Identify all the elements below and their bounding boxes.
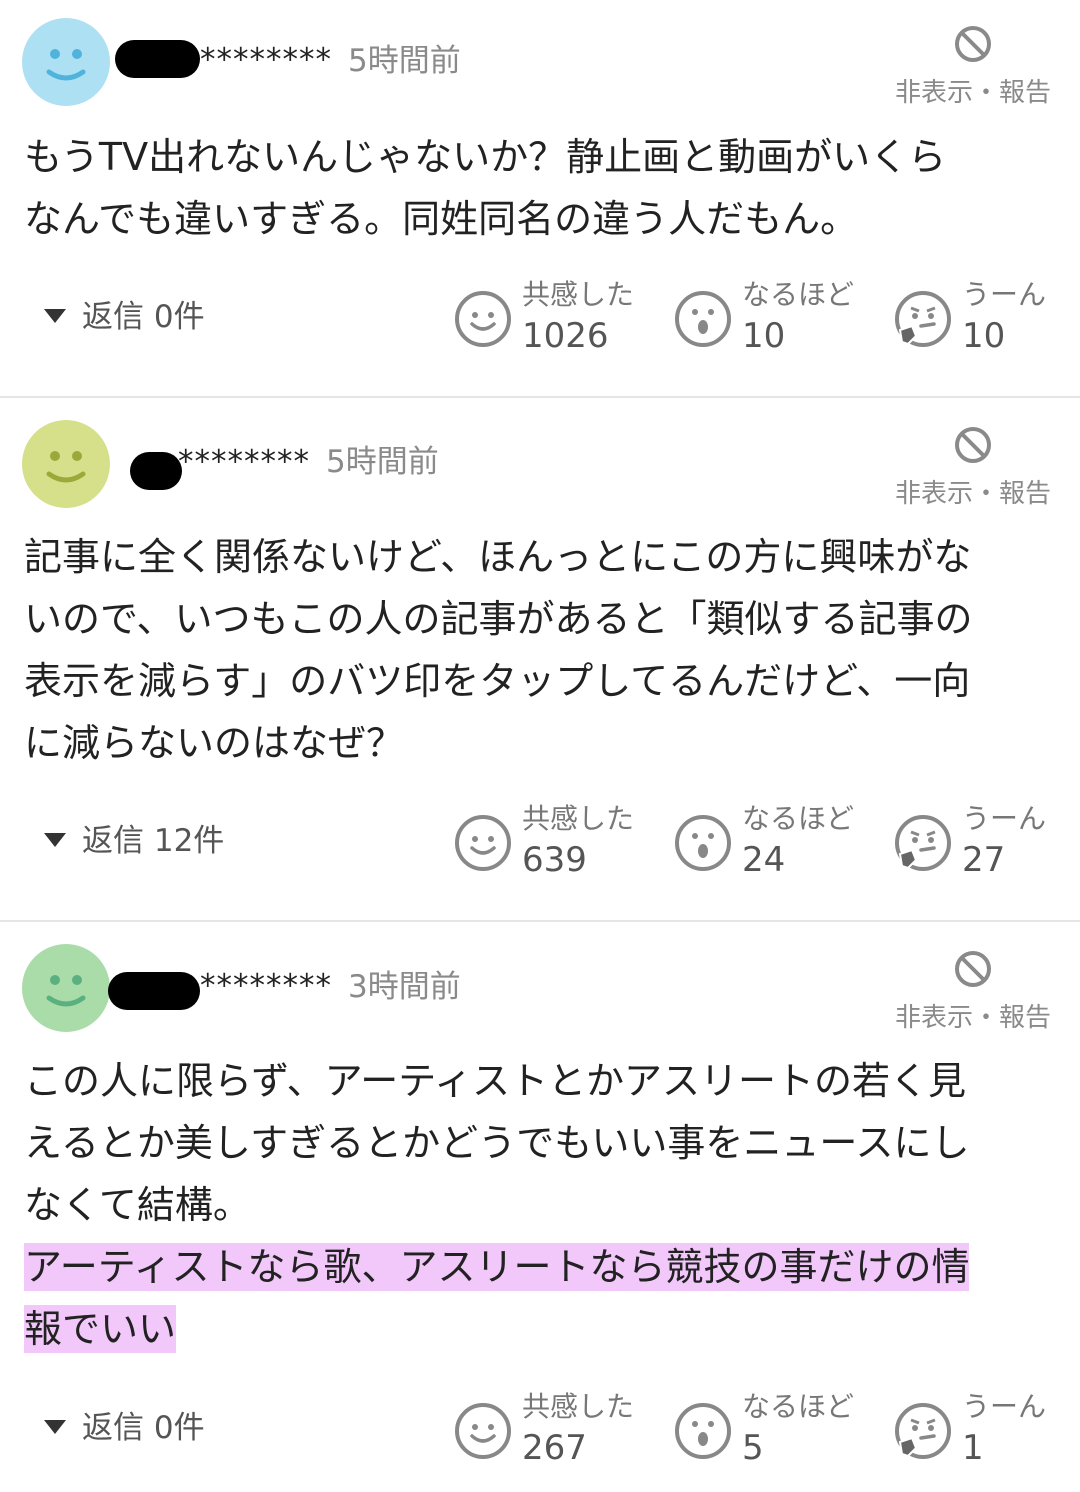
comment-line: えるとか美しすぎるとかどうでもいい事をニュースにし bbox=[24, 1121, 970, 1165]
reaction-count: 267 bbox=[522, 1428, 587, 1468]
comment-line: なくて結構。 bbox=[24, 1183, 251, 1227]
reaction-hmm-button[interactable]: うーん 1 bbox=[894, 1390, 1080, 1470]
highlighted-text: 報でいい bbox=[24, 1305, 177, 1353]
smile-icon bbox=[455, 1403, 511, 1459]
comment-card: ******** 3時間前 非表示・報告 この人に限らず、アーティストとかアスリ… bbox=[0, 922, 1080, 1492]
avatar bbox=[22, 944, 110, 1032]
smile-icon bbox=[455, 815, 511, 871]
reaction-insightful-button[interactable]: なるほど 5 bbox=[674, 1390, 874, 1470]
comment-line: に減らないのはなぜ？ bbox=[24, 721, 405, 765]
reaction-agree-button[interactable]: 共感した 267 bbox=[454, 1390, 654, 1470]
replies-toggle[interactable]: 返信 0件 bbox=[44, 297, 205, 337]
replies-toggle[interactable]: 返信 12件 bbox=[44, 821, 224, 861]
reaction-hmm-button[interactable]: うーん 10 bbox=[894, 278, 1080, 358]
thinking-icon bbox=[895, 291, 951, 347]
reaction-agree-button[interactable]: 共感した 1026 bbox=[454, 278, 654, 358]
replies-toggle[interactable]: 返信 0件 bbox=[44, 1408, 205, 1448]
smiley-avatar-icon bbox=[22, 944, 110, 1032]
highlighted-text: アーティストなら歌、アスリートなら競技の事だけの情 bbox=[24, 1243, 970, 1291]
reaction-label: 共感した bbox=[522, 278, 635, 311]
avatar bbox=[22, 18, 110, 106]
comment-line: 報でいい bbox=[24, 1298, 1064, 1360]
reaction-label: なるほど bbox=[742, 278, 855, 311]
reaction-label: なるほど bbox=[742, 802, 855, 835]
comment-body: この人に限らず、アーティストとかアスリートの若く見 えるとか美しすぎるとかどうで… bbox=[24, 1050, 1064, 1360]
thinking-icon bbox=[895, 1403, 951, 1459]
username[interactable]: ******** bbox=[178, 442, 310, 482]
smiley-avatar-icon bbox=[22, 18, 110, 106]
ban-icon bbox=[955, 427, 991, 463]
ban-icon bbox=[955, 26, 991, 62]
username[interactable]: ******** bbox=[200, 966, 332, 1006]
reaction-count: 5 bbox=[742, 1428, 764, 1468]
reaction-insightful-button[interactable]: なるほど 24 bbox=[674, 802, 874, 882]
reaction-label: うーん bbox=[962, 802, 1047, 835]
hide-report-button[interactable]: 非表示・報告 bbox=[888, 949, 1058, 1033]
comment-card: ******** 5時間前 非表示・報告 もうTV出れないんじゃないか？静止画と… bbox=[0, 0, 1080, 396]
avatar bbox=[22, 420, 110, 508]
comment-card: ******** 5時間前 非表示・報告 記事に全く関係ないけど、ほんっとにこの… bbox=[0, 398, 1080, 920]
reaction-count: 639 bbox=[522, 840, 587, 880]
comment-line: 表示を減らす」のバツ印をタップしてるんだけど、一向 bbox=[24, 659, 971, 703]
reaction-count: 10 bbox=[962, 316, 1006, 356]
reaction-label: 共感した bbox=[522, 802, 635, 835]
hide-report-button[interactable]: 非表示・報告 bbox=[888, 425, 1058, 509]
reaction-agree-button[interactable]: 共感した 639 bbox=[454, 802, 654, 882]
hide-report-label: 非表示・報告 bbox=[894, 1003, 1051, 1033]
triangle-down-icon bbox=[44, 1420, 66, 1434]
reaction-insightful-button[interactable]: なるほど 10 bbox=[674, 278, 874, 358]
redaction-mark bbox=[115, 40, 200, 78]
redaction-mark bbox=[130, 452, 182, 490]
surprised-icon bbox=[675, 1403, 731, 1459]
timestamp: 3時間前 bbox=[348, 969, 461, 1005]
comment-line: いので、いつもこの人の記事があると「類似する記事の bbox=[24, 597, 973, 641]
reaction-label: うーん bbox=[962, 1390, 1047, 1423]
surprised-icon bbox=[675, 291, 731, 347]
comment-line: もうTV出れないんじゃないか？静止画と動画がいくら bbox=[24, 135, 947, 179]
comment-line: アーティストなら歌、アスリートなら競技の事だけの情 bbox=[24, 1236, 1064, 1298]
triangle-down-icon bbox=[44, 833, 66, 847]
reaction-count: 1 bbox=[962, 1428, 984, 1468]
timestamp: 5時間前 bbox=[326, 444, 439, 480]
username[interactable]: ******** bbox=[200, 40, 332, 80]
surprised-icon bbox=[675, 815, 731, 871]
hide-report-label: 非表示・報告 bbox=[894, 78, 1051, 108]
comment-body: もうTV出れないんじゃないか？静止画と動画がいくら なんでも違いすぎる。同姓同名… bbox=[24, 126, 1064, 250]
triangle-down-icon bbox=[44, 309, 66, 323]
reaction-hmm-button[interactable]: うーん 27 bbox=[894, 802, 1080, 882]
hide-report-button[interactable]: 非表示・報告 bbox=[888, 24, 1058, 108]
reaction-count: 24 bbox=[742, 840, 786, 880]
reaction-count: 10 bbox=[742, 316, 786, 356]
ban-icon bbox=[955, 951, 991, 987]
replies-label: 返信 0件 bbox=[82, 1410, 205, 1446]
redaction-mark bbox=[108, 972, 200, 1010]
reaction-label: なるほど bbox=[742, 1390, 855, 1423]
comment-line: この人に限らず、アーティストとかアスリートの若く見 bbox=[24, 1059, 967, 1103]
replies-label: 返信 0件 bbox=[82, 299, 205, 335]
comment-line: 記事に全く関係ないけど、ほんっとにこの方に興味がな bbox=[24, 535, 972, 579]
smile-icon bbox=[455, 291, 511, 347]
comment-line: なんでも違いすぎる。同姓同名の違う人だもん。 bbox=[24, 197, 859, 241]
thinking-icon bbox=[895, 815, 951, 871]
hide-report-label: 非表示・報告 bbox=[894, 479, 1051, 509]
reaction-count: 27 bbox=[962, 840, 1006, 880]
smiley-avatar-icon bbox=[22, 420, 110, 508]
comment-body: 記事に全く関係ないけど、ほんっとにこの方に興味がな いので、いつもこの人の記事が… bbox=[24, 526, 1064, 774]
timestamp: 5時間前 bbox=[348, 43, 461, 79]
reaction-label: 共感した bbox=[522, 1390, 635, 1423]
replies-label: 返信 12件 bbox=[82, 823, 225, 859]
reaction-count: 1026 bbox=[522, 316, 609, 356]
reaction-label: うーん bbox=[962, 278, 1047, 311]
